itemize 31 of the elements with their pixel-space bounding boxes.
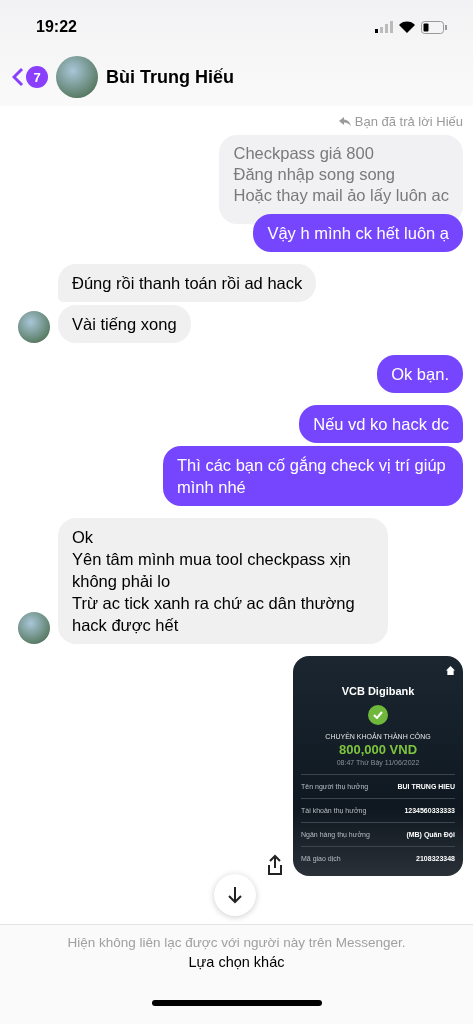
avatar [18,311,50,343]
contact-name[interactable]: Bùi Trung Hiếu [106,66,234,88]
unavailable-notice: Hiện không liên lạc được với người này trên Messenger. [67,935,406,950]
message-bubble: Vậy h mình ck hết luôn ạ [253,214,463,252]
share-button[interactable] [265,854,285,876]
wifi-icon [399,21,415,33]
avatar [18,612,50,644]
back-button[interactable]: 7 [12,66,48,88]
transfer-amount: 800,000 VND [338,742,418,757]
other-options-link[interactable]: Lựa chọn khác [188,954,285,970]
check-icon [368,705,388,725]
back-chevron-icon [12,67,24,87]
message-bubble: Đúng rồi thanh toán rồi ad hack [58,264,317,302]
unread-count-badge: 7 [26,66,48,88]
reply-note: Bạn đã trả lời Hiếu [338,114,463,129]
message-bubble: Ok bạn. [377,355,463,393]
status-time: 19:22 [36,18,77,36]
battery-icon [421,20,447,34]
reply-icon [338,116,351,127]
message-bubble: Nếu vd ko hack dc [299,405,463,443]
down-arrow-icon [227,886,243,904]
message-bubble: Ok Yên tâm mình mua tool checkpass xịn không phải lo Trừ ac tick xanh ra chứ ac dân thường hack được hết [58,518,388,644]
message-bubble: Vài tiếng xong [58,305,191,343]
home-icon [446,666,455,675]
message-bubble: Thì các bạn cố gắng check vị trí giúp mình nhé [163,446,463,506]
profile-avatar[interactable] [56,56,98,98]
share-icon [265,854,285,876]
signal-icon [375,21,393,33]
quoted-message: Checkpass giá 800 Đăng nhập song song Hoặc thay mail ảo lấy luôn ac [219,135,463,224]
bank-logo: VCB Digibank [341,685,415,697]
scroll-down-button[interactable] [214,874,256,916]
